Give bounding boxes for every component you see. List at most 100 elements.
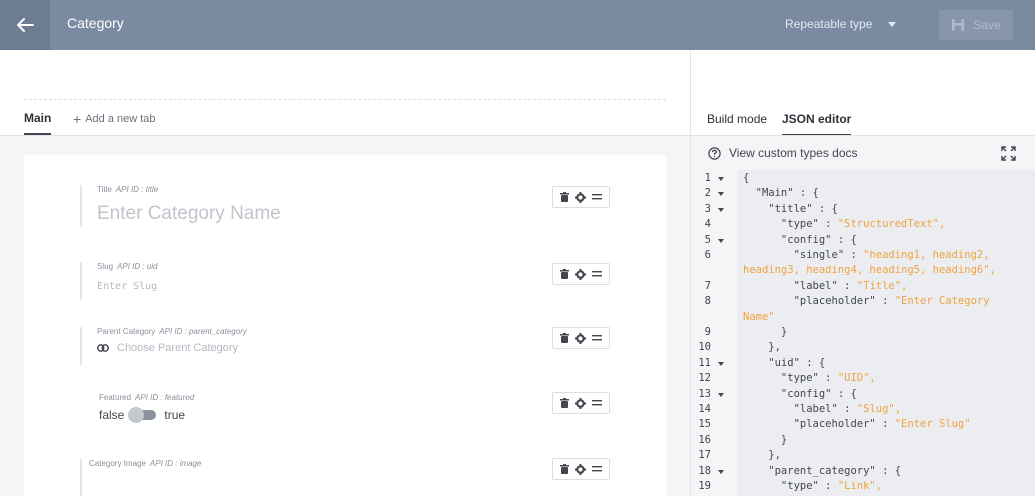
fold-toggle-icon[interactable]: [718, 361, 724, 366]
code-text: },: [743, 449, 781, 462]
gear-icon[interactable]: [575, 191, 586, 203]
fold-toggle-icon[interactable]: [718, 177, 724, 181]
trash-icon[interactable]: [560, 464, 569, 474]
save-button[interactable]: Save: [939, 10, 1013, 40]
code-text: "placeholder" :: [743, 295, 895, 308]
toggle-false-label: false: [99, 408, 125, 422]
mask-editor: Main + Add a new tab Title API ID : title…: [0, 50, 690, 496]
drag-handle-icon[interactable]: [592, 400, 602, 406]
code-text: "single" :: [743, 249, 864, 261]
fold-toggle-icon[interactable]: [718, 469, 724, 474]
field-category-image[interactable]: Category Image API ID : image: [80, 459, 202, 496]
code-line: "placeholder" : "Enter Category: [743, 295, 990, 307]
gear-icon[interactable]: [575, 397, 586, 409]
code-text: "config" : {: [743, 233, 857, 246]
arrow-left-icon: [17, 18, 34, 32]
fold-toggle-icon[interactable]: [718, 238, 724, 243]
drag-handle-icon[interactable]: [592, 194, 602, 200]
line-number: 19: [698, 480, 711, 492]
toggle-knob: [128, 407, 145, 423]
field-parent-category[interactable]: Parent Category API ID : parent_category …: [80, 327, 247, 365]
field-placeholder: Enter Slug: [97, 281, 158, 292]
code-string: "Link",: [837, 480, 883, 492]
code-string: heading3, heading4, heading5, heading6",: [743, 264, 996, 277]
line-number: 2: [704, 187, 711, 200]
fold-toggle-icon[interactable]: [718, 207, 724, 212]
code-line: },: [743, 341, 781, 353]
line-number: 4: [704, 218, 711, 231]
code-line: "label" : "Slug",: [743, 403, 902, 415]
code-line: "label" : "Title",: [743, 279, 908, 292]
field-label-row: Parent Category API ID : parent_category: [97, 327, 247, 336]
line-number: 10: [698, 341, 711, 354]
code-line: "uid" : {: [743, 357, 825, 369]
drag-handle-icon[interactable]: [592, 335, 602, 341]
tab-build-mode[interactable]: Build mode: [707, 112, 767, 134]
fullscreen-icon[interactable]: [1001, 146, 1016, 166]
fold-toggle-icon[interactable]: [718, 392, 724, 397]
line-number: 8: [704, 295, 711, 308]
code-line: "parent_category" : {: [743, 465, 901, 477]
code-line: "config" : {: [743, 234, 857, 246]
code-text: "title" : {: [743, 202, 838, 215]
field-actions: [552, 327, 610, 349]
back-button[interactable]: [0, 0, 50, 50]
field-featured[interactable]: Featured API ID : featured false true: [80, 393, 194, 433]
line-number: 16: [698, 433, 711, 446]
gear-icon[interactable]: [575, 332, 586, 344]
code-line: "title" : {: [743, 203, 838, 215]
custom-types-docs-link[interactable]: View custom types docs: [708, 146, 858, 160]
line-number: 5: [704, 233, 711, 246]
code-text: "type" :: [743, 218, 838, 231]
field-label-row: Title API ID : title: [97, 185, 281, 194]
code-text: "label" :: [743, 403, 857, 415]
add-tab-label: Add a new tab: [85, 113, 156, 125]
code-text: "label" :: [743, 279, 857, 292]
tab-main[interactable]: Main: [24, 111, 52, 135]
top-bar: Category Repeatable type Save: [0, 0, 1035, 50]
field-api-id: API ID : title: [115, 185, 159, 194]
type-select-label: Repeatable type: [785, 17, 873, 31]
trash-icon[interactable]: [560, 192, 569, 202]
code-line: "Main" : {: [743, 187, 819, 199]
code-line: "type" : "UID",: [743, 372, 876, 384]
field-placeholder: Choose Parent Category: [117, 342, 239, 354]
field-title[interactable]: Title API ID : title Enter Category Name: [80, 185, 281, 227]
field-api-id: API ID : parent_category: [159, 327, 247, 336]
drag-handle-icon[interactable]: [592, 466, 602, 472]
gear-icon[interactable]: [575, 268, 586, 280]
field-label-row: Featured API ID : featured: [99, 393, 194, 402]
fold-toggle-icon[interactable]: [718, 192, 724, 197]
line-number: 6: [704, 249, 711, 261]
add-tab-button[interactable]: + Add a new tab: [73, 111, 156, 127]
line-number: 13: [698, 387, 711, 400]
trash-icon[interactable]: [560, 398, 569, 408]
code-line: "placeholder" : "Enter Slug": [743, 418, 971, 430]
code-text: "uid" : {: [743, 356, 826, 369]
featured-toggle[interactable]: [128, 407, 157, 423]
drag-handle-icon[interactable]: [592, 271, 602, 277]
field-label: Slug: [97, 262, 114, 271]
line-number: 15: [698, 418, 711, 431]
code-text: "config" : {: [743, 387, 857, 400]
field-label: Category Image: [89, 459, 146, 468]
json-editor[interactable]: 1 2 3 4 5 6 7 8 9 10 11 12 13 14 15 16 17 18 19 { "Main" :…: [691, 170, 1035, 496]
trash-icon[interactable]: [560, 269, 569, 279]
code-text: "placeholder" :: [743, 418, 895, 431]
link-icon: [97, 344, 109, 352]
field-label-row: Category Image API ID : image: [89, 459, 202, 468]
line-number: 18: [698, 464, 711, 477]
toggle-true-label: true: [164, 408, 186, 422]
tab-json-editor[interactable]: JSON editor: [782, 112, 852, 136]
trash-icon[interactable]: [560, 333, 569, 343]
code-string: Name": [743, 310, 775, 323]
code-string: "Enter Category: [894, 295, 990, 308]
field-slug[interactable]: Slug API ID : uid Enter Slug: [80, 262, 157, 300]
code-string: "Slug",: [856, 403, 902, 415]
code-line: {: [743, 172, 749, 184]
code-area[interactable]: { "Main" : { "title" : { "type" : "Struc…: [737, 170, 1035, 496]
field-placeholder-row: Choose Parent Category: [97, 342, 247, 354]
help-circle-icon: [708, 146, 721, 160]
type-select[interactable]: Repeatable type: [785, 17, 897, 31]
gear-icon[interactable]: [575, 463, 586, 475]
